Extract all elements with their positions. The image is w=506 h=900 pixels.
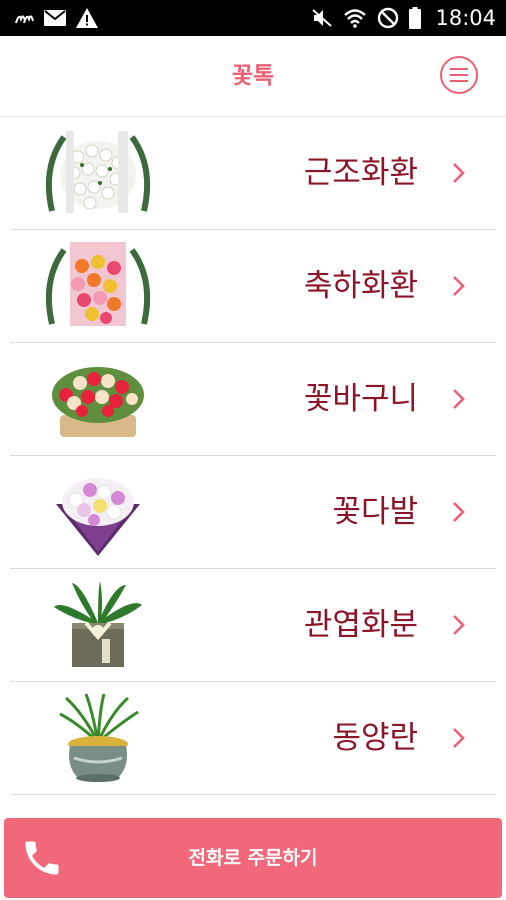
chevron-right-icon bbox=[453, 728, 465, 748]
funeral-wreath-image bbox=[45, 131, 151, 213]
hamburger-menu-icon bbox=[450, 68, 468, 82]
vibrate-mute-icon bbox=[311, 8, 333, 28]
category-row-foliage-plant[interactable]: 관엽화분 bbox=[10, 569, 496, 682]
chevron-right-icon bbox=[453, 389, 465, 409]
battery-icon bbox=[409, 7, 422, 29]
celebration-wreath-image bbox=[45, 242, 151, 326]
category-list: 근조화환 축하화환 꽃바구니 꽃다발 관엽화분 동양란 bbox=[0, 117, 506, 795]
category-row-bouquet[interactable]: 꽃다발 bbox=[10, 456, 496, 569]
menu-button[interactable] bbox=[440, 56, 478, 94]
do-not-disturb-icon bbox=[377, 7, 399, 29]
category-label: 동양란 bbox=[332, 720, 418, 756]
category-row-funeral-wreath[interactable]: 근조화환 bbox=[10, 117, 496, 230]
category-row-flower-basket[interactable]: 꽃바구니 bbox=[10, 343, 496, 456]
chevron-right-icon bbox=[453, 276, 465, 296]
mail-icon bbox=[44, 10, 66, 26]
app-title: 꽃톡 bbox=[231, 63, 275, 89]
category-label: 꽃바구니 bbox=[303, 381, 418, 417]
bouquet-image bbox=[56, 478, 140, 556]
category-label: 근조화환 bbox=[303, 155, 418, 191]
category-label: 꽃다발 bbox=[332, 494, 418, 530]
chevron-right-icon bbox=[453, 502, 465, 522]
foliage-plant-pot-image bbox=[54, 581, 142, 667]
status-bar: 18:04 bbox=[0, 0, 506, 36]
carrier-logo-icon bbox=[14, 11, 34, 25]
call-order-label: 전화로 주문하기 bbox=[188, 847, 318, 869]
status-bar-left bbox=[14, 8, 98, 28]
chevron-right-icon bbox=[453, 163, 465, 183]
category-row-orchid[interactable]: 동양란 bbox=[10, 682, 496, 795]
status-time: 18:04 bbox=[435, 6, 496, 30]
category-label: 관엽화분 bbox=[303, 607, 418, 643]
wifi-icon bbox=[343, 8, 367, 28]
status-bar-right: 18:04 bbox=[311, 6, 496, 30]
call-order-button[interactable]: 전화로 주문하기 bbox=[4, 818, 502, 898]
category-row-celebration-wreath[interactable]: 축하화환 bbox=[10, 230, 496, 343]
orchid-pot-image bbox=[59, 693, 139, 782]
flower-basket-image bbox=[52, 367, 144, 437]
warning-icon bbox=[76, 8, 98, 28]
chevron-right-icon bbox=[453, 615, 465, 635]
app-header: 꽃톡 bbox=[0, 36, 506, 117]
category-label: 축하화환 bbox=[303, 268, 418, 304]
